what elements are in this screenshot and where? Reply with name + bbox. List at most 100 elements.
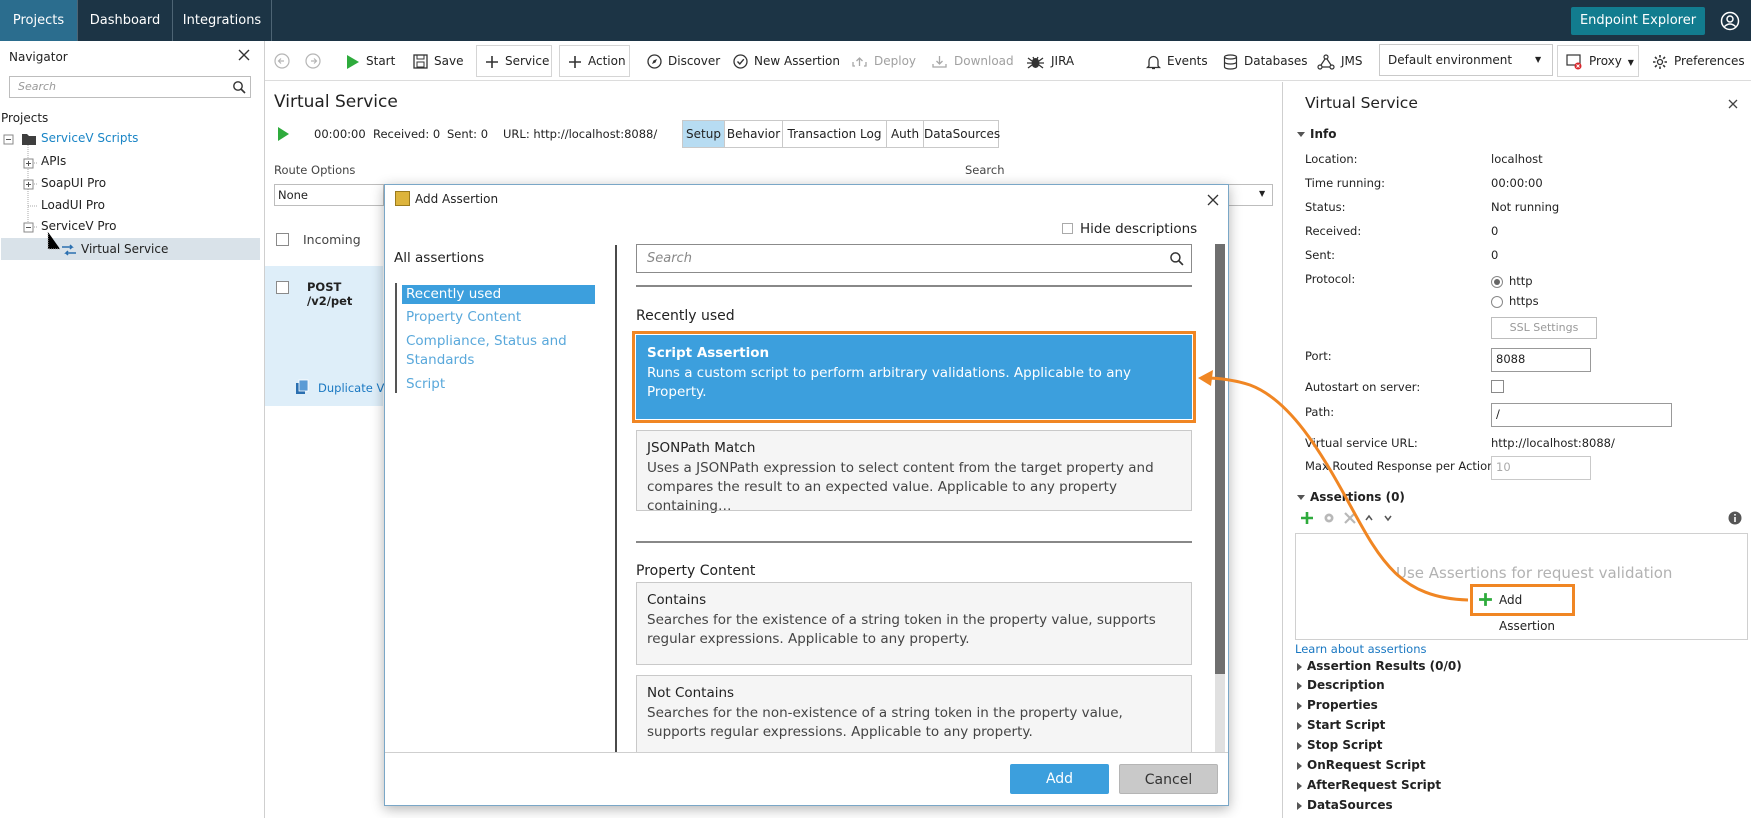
route-options-select[interactable]: None [274, 184, 384, 206]
stop-script-row[interactable]: Stop Script [1297, 738, 1383, 752]
autostart-checkbox[interactable] [1491, 380, 1504, 393]
download-button[interactable]: Download [931, 41, 1014, 81]
tab-behavior[interactable]: Behavior [724, 120, 783, 148]
tree-item-servicev-pro[interactable]: ServiceV Pro [41, 216, 116, 237]
http-radio[interactable] [1491, 276, 1503, 288]
tab-projects[interactable]: Projects [0, 0, 77, 41]
user-account-icon[interactable] [1720, 11, 1740, 31]
add-button[interactable]: Add [1010, 764, 1109, 794]
expanded-icon [1297, 132, 1305, 137]
row-checkbox[interactable] [276, 281, 289, 294]
scrollbar-thumb[interactable] [1215, 244, 1225, 674]
tab-transaction-log[interactable]: Transaction Log [782, 120, 887, 148]
tab-integrations[interactable]: Integrations [173, 0, 271, 41]
port-input[interactable]: 8088 [1491, 348, 1591, 372]
info-section-header[interactable]: Info [1297, 127, 1336, 141]
description-row[interactable]: Description [1297, 678, 1385, 692]
events-button[interactable]: Events [1145, 41, 1208, 81]
search-select[interactable]: ▼ [1225, 184, 1273, 206]
tab-auth[interactable]: Auth [886, 120, 924, 148]
add-icon[interactable] [1300, 511, 1314, 525]
info-icon[interactable] [1728, 511, 1742, 525]
vs-url-label: Virtual service URL: [1305, 436, 1418, 450]
add-service-button[interactable]: Service [485, 41, 549, 81]
tree-item-virtual-service[interactable]: Virtual Service [81, 239, 168, 260]
category-script[interactable]: Script [406, 376, 445, 392]
select-all-checkbox[interactable] [276, 233, 289, 246]
tree-item-apis[interactable]: APIs [41, 151, 66, 172]
afterrequest-script-row[interactable]: AfterRequest Script [1297, 778, 1441, 792]
close-icon[interactable] [1727, 98, 1739, 110]
environment-select[interactable]: Default environment ▼ [1379, 44, 1553, 76]
card-title: Contains [647, 592, 707, 608]
assertion-search-input[interactable]: Search [636, 244, 1192, 273]
tree-item-loadui-pro[interactable]: LoadUI Pro [41, 195, 105, 216]
property-content-header: Property Content [636, 563, 756, 579]
contains-card[interactable]: Contains Searches for the existence of a… [636, 582, 1192, 665]
endpoint-explorer-button[interactable]: Endpoint Explorer [1571, 7, 1705, 35]
max-routed-label: Max Routed Response per Action: [1305, 459, 1499, 473]
path-input[interactable]: / [1491, 403, 1672, 427]
plus-icon [486, 55, 498, 68]
all-assertions-link[interactable]: All assertions [394, 250, 484, 266]
discover-button[interactable]: Discover [647, 41, 720, 81]
tree-item-soapui-pro[interactable]: SoapUI Pro [41, 173, 106, 194]
tab-dashboard[interactable]: Dashboard [78, 0, 172, 41]
learn-assertions-link[interactable]: Learn about assertions [1295, 642, 1427, 656]
category-compliance[interactable]: Compliance, Status and Standards [406, 332, 576, 370]
category-recently-used[interactable]: Recently used [402, 285, 595, 304]
start-script-row[interactable]: Start Script [1297, 718, 1385, 732]
jms-button[interactable]: JMS [1317, 41, 1363, 81]
ssl-settings-button[interactable]: SSL Settings [1491, 317, 1597, 339]
divider [636, 541, 1192, 543]
proxy-button[interactable]: Proxy ▼ [1566, 41, 1634, 81]
search-placeholder: Search [647, 251, 692, 266]
preferences-button[interactable]: Preferences [1652, 41, 1745, 81]
database-icon [1223, 53, 1238, 70]
cancel-button[interactable]: Cancel [1119, 764, 1218, 794]
hide-descriptions-checkbox[interactable] [1062, 223, 1073, 234]
tree-item-servicev-scripts[interactable]: ServiceV Scripts [41, 128, 138, 149]
save-button[interactable]: Save [413, 41, 463, 81]
chevron-down-icon: ▼ [1259, 189, 1266, 198]
tab-datasources[interactable]: DataSources [923, 120, 1000, 148]
close-icon[interactable] [1207, 194, 1219, 206]
collapsed-icon [1297, 721, 1302, 730]
duplicate-link[interactable]: Duplicate Vir [318, 381, 392, 395]
jira-button[interactable]: JIRA [1026, 41, 1074, 81]
table-row[interactable]: POST /v2/pet Duplicate Vir [265, 266, 392, 406]
add-action-button[interactable]: Action [568, 41, 626, 81]
card-description: Uses a JSONPath expression to select con… [647, 460, 1154, 514]
max-routed-input[interactable]: 10 [1491, 456, 1591, 480]
forward-icon[interactable] [305, 53, 321, 69]
bug-icon [1027, 56, 1044, 69]
jsonpath-match-card[interactable]: JSONPath Match Uses a JSONPath expressio… [636, 430, 1192, 514]
top-bar: Projects Dashboard Integrations Endpoint… [0, 0, 1751, 41]
category-property-content[interactable]: Property Content [406, 309, 521, 325]
move-up-icon[interactable] [1364, 513, 1374, 523]
https-radio[interactable] [1491, 296, 1503, 308]
add-assertion-button[interactable]: Add Assertion [1470, 584, 1575, 633]
move-down-icon[interactable] [1383, 513, 1393, 523]
properties-row[interactable]: Properties [1297, 698, 1378, 712]
datasources-row[interactable]: DataSources [1297, 798, 1393, 812]
status-label: Status: [1305, 200, 1346, 214]
tab-setup[interactable]: Setup [682, 120, 725, 148]
start-button[interactable]: Start [345, 41, 395, 81]
delete-icon[interactable] [1343, 511, 1357, 525]
assertions-section-header[interactable]: Assertions (0) [1297, 490, 1405, 504]
grid-header: Incoming [265, 222, 383, 256]
vs-url-value: http://localhost:8088/ [1491, 436, 1615, 450]
location-label: Location: [1305, 152, 1358, 166]
not-contains-card[interactable]: Not Contains Searches for the non-existe… [636, 675, 1192, 752]
assertion-results-row[interactable]: Assertion Results (0/0) [1297, 659, 1462, 673]
onrequest-script-row[interactable]: OnRequest Script [1297, 758, 1426, 772]
play-icon[interactable] [277, 127, 290, 141]
new-assertion-button[interactable]: New Assertion [733, 41, 840, 81]
card-title: JSONPath Match [647, 440, 756, 456]
deploy-button[interactable]: Deploy [851, 41, 916, 81]
back-icon[interactable] [274, 53, 290, 69]
gear-icon[interactable] [1322, 511, 1336, 525]
received-label: Received: [1305, 224, 1362, 238]
databases-button[interactable]: Databases [1223, 41, 1308, 81]
